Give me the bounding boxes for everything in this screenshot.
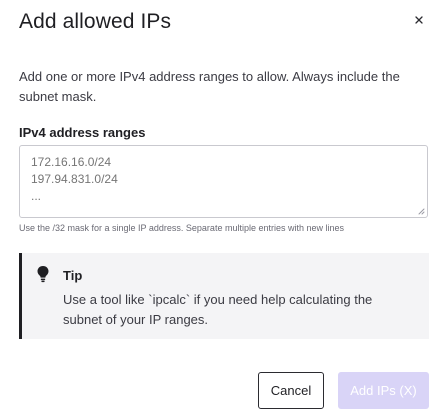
dialog-title: Add allowed IPs — [19, 10, 172, 33]
tip-text: Use a tool like `ipcalc` if you need hel… — [63, 292, 373, 327]
add-allowed-ips-dialog: Add allowed IPs Add one or more IPv4 add… — [0, 0, 446, 418]
ipv4-ranges-textarea[interactable] — [20, 146, 427, 217]
add-ips-button[interactable]: Add IPs (X) — [338, 372, 429, 409]
close-icon — [415, 16, 423, 24]
ipv4-ranges-label: IPv4 address ranges — [19, 125, 146, 140]
tip-title: Tip — [63, 268, 83, 283]
ipv4-ranges-helper-text: Use the /32 mask for a single IP address… — [19, 223, 344, 233]
close-button[interactable] — [409, 10, 429, 30]
ipv4-ranges-field-wrapper — [19, 145, 428, 218]
lightbulb-icon — [37, 266, 49, 283]
dialog-description: Add one or more IPv4 address ranges to a… — [19, 69, 400, 104]
tip-callout: Tip Use a tool like `ipcalc` if you need… — [19, 253, 429, 339]
resize-handle-icon[interactable] — [417, 207, 425, 215]
cancel-button[interactable]: Cancel — [258, 372, 324, 409]
